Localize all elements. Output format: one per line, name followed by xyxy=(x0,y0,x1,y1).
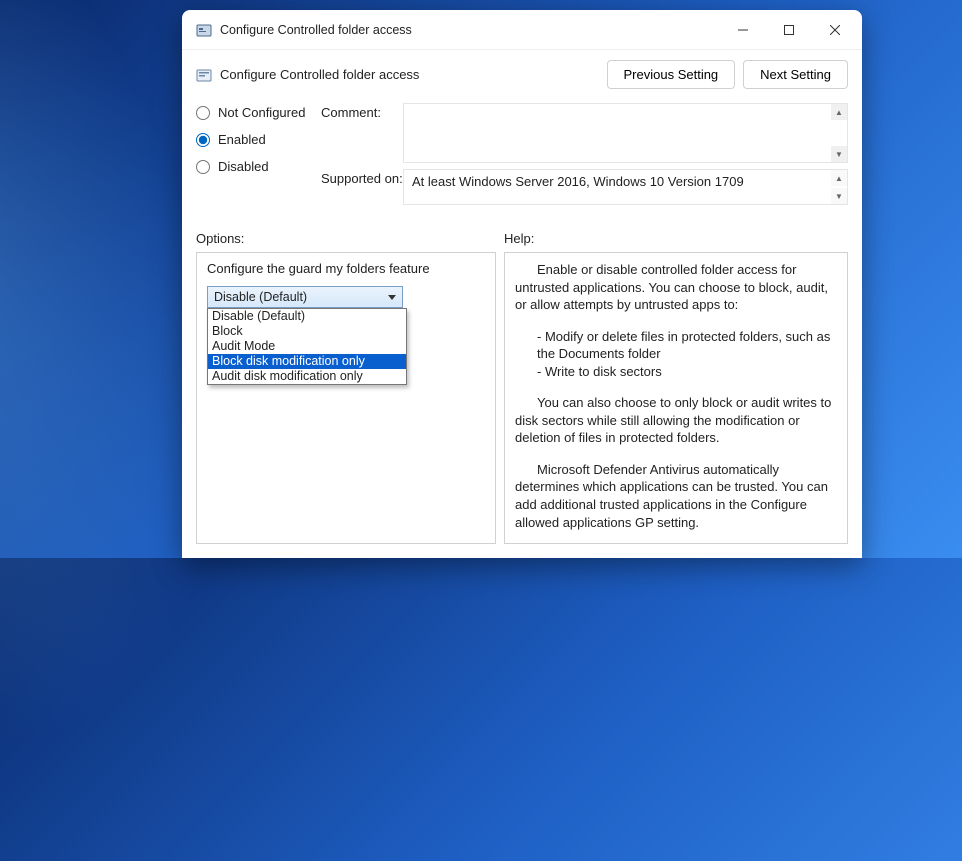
dropdown-item[interactable]: Audit Mode xyxy=(208,339,406,354)
scroll-down-icon[interactable]: ▼ xyxy=(831,188,847,204)
titlebar: Configure Controlled folder access xyxy=(182,10,862,50)
policy-icon xyxy=(196,22,212,38)
comment-row: Comment: ▲ ▼ xyxy=(321,103,848,163)
config-row: Not Configured Enabled Disabled Comment:… xyxy=(182,103,862,213)
setting-icon xyxy=(196,67,212,83)
panels: Configure the guard my folders feature D… xyxy=(182,252,862,558)
comment-input[interactable]: ▲ ▼ xyxy=(403,103,848,163)
maximize-button[interactable] xyxy=(766,10,812,50)
nav-buttons: Previous Setting Next Setting xyxy=(607,60,849,89)
radio-disabled[interactable]: Disabled xyxy=(196,159,321,174)
options-panel: Configure the guard my folders feature D… xyxy=(196,252,496,544)
scroll-up-icon[interactable]: ▲ xyxy=(831,170,847,186)
radio-enabled[interactable]: Enabled xyxy=(196,132,321,147)
window-controls xyxy=(720,10,858,50)
next-setting-button[interactable]: Next Setting xyxy=(743,60,848,89)
supported-text: At least Windows Server 2016, Windows 10… xyxy=(403,169,848,205)
policy-editor-window: Configure Controlled folder access Confi… xyxy=(182,10,862,558)
feature-label: Configure the guard my folders feature xyxy=(207,261,485,276)
supported-label: Supported on: xyxy=(321,169,403,205)
meta-column: Comment: ▲ ▼ Supported on: At least Wind… xyxy=(321,103,848,205)
supported-row: Supported on: At least Windows Server 20… xyxy=(321,169,848,205)
radio-not-configured[interactable]: Not Configured xyxy=(196,105,321,120)
minimize-button[interactable] xyxy=(720,10,766,50)
help-text: Microsoft Defender Antivirus automatical… xyxy=(515,461,837,531)
scroll-down-icon[interactable]: ▼ xyxy=(831,146,847,162)
help-text: You can also choose to only block or aud… xyxy=(515,394,837,447)
help-panel: Enable or disable controlled folder acce… xyxy=(504,252,848,544)
setting-header: Configure Controlled folder access Previ… xyxy=(182,50,862,103)
scroll-up-icon[interactable]: ▲ xyxy=(831,104,847,120)
dropdown-item[interactable]: Block disk modification only xyxy=(208,354,406,369)
radio-group: Not Configured Enabled Disabled xyxy=(196,103,321,205)
window-title: Configure Controlled folder access xyxy=(220,23,720,37)
help-text: - Write to disk sectors xyxy=(515,363,837,381)
dropdown-selected[interactable]: Disable (Default) xyxy=(207,286,403,308)
help-text: Enable or disable controlled folder acce… xyxy=(515,261,837,314)
help-text: - Modify or delete files in protected fo… xyxy=(515,328,837,363)
previous-setting-button[interactable]: Previous Setting xyxy=(607,60,736,89)
dropdown-item[interactable]: Disable (Default) xyxy=(208,309,406,324)
dropdown-item[interactable]: Audit disk modification only xyxy=(208,369,406,384)
close-button[interactable] xyxy=(812,10,858,50)
comment-label: Comment: xyxy=(321,103,403,163)
options-label: Options: xyxy=(196,231,504,246)
guard-folders-dropdown[interactable]: Disable (Default) Disable (Default) Bloc… xyxy=(207,286,403,308)
dropdown-item[interactable]: Block xyxy=(208,324,406,339)
section-labels: Options: Help: xyxy=(182,213,862,252)
help-label: Help: xyxy=(504,231,534,246)
dropdown-list: Disable (Default) Block Audit Mode Block… xyxy=(207,308,407,385)
setting-title: Configure Controlled folder access xyxy=(220,67,607,82)
